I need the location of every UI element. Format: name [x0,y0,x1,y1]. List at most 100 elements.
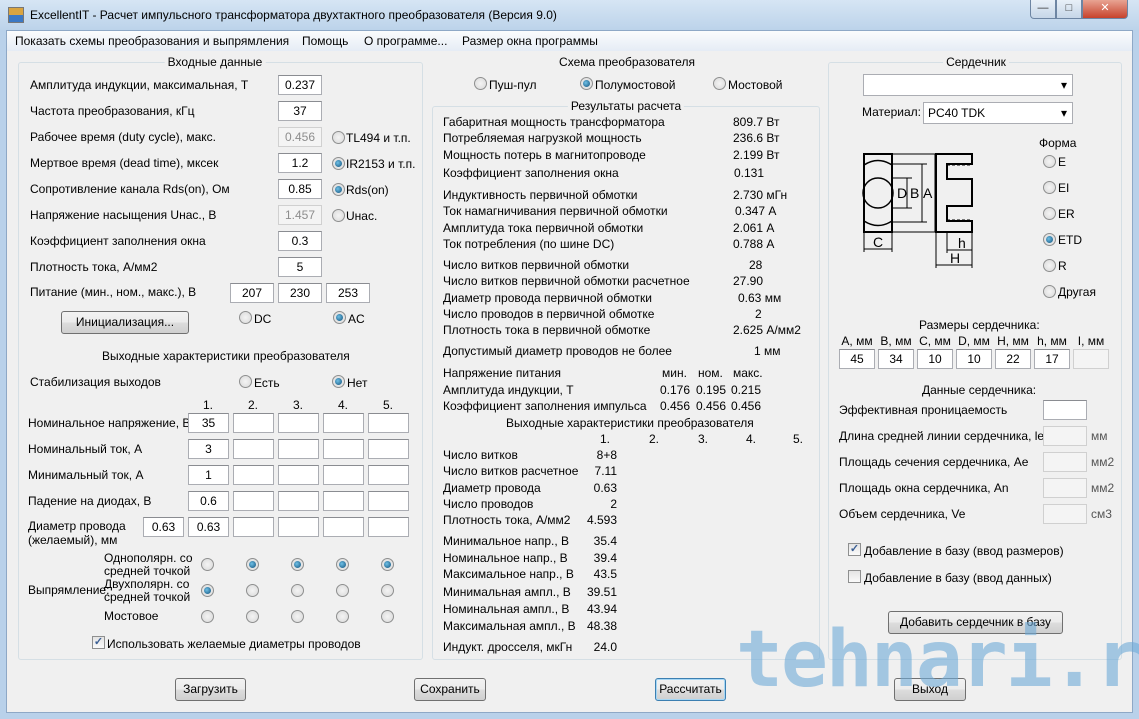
rect-radio[interactable] [336,558,349,571]
output-field[interactable] [233,439,274,459]
output-field[interactable] [278,439,319,459]
ac-label: AC [348,312,365,326]
load-button[interactable]: Загрузить [175,678,246,701]
output-field[interactable] [368,465,409,485]
output-field[interactable] [278,413,319,433]
output-field[interactable] [278,465,319,485]
output-label: Падение на диодах, В [28,494,152,508]
rect-radio[interactable] [201,558,214,571]
result-value: 28 [749,258,763,272]
output-field[interactable] [278,517,319,537]
dc-radio[interactable] [239,311,252,324]
results-column-header: 5. [793,432,804,446]
rect-radio[interactable] [246,584,259,597]
desired-diameter-field[interactable]: 0.63 [143,517,184,537]
rect-radio[interactable] [291,584,304,597]
driver-radio[interactable] [332,131,345,144]
rect-radio[interactable] [291,558,304,571]
output-field[interactable] [233,491,274,511]
exit-button[interactable]: Выход [894,678,966,701]
menu-show-schemes[interactable]: Показать схемы преобразования и выпрямле… [15,34,289,48]
shape-radio[interactable] [1043,155,1056,168]
rect-radio[interactable] [201,584,214,597]
stab-yes-radio[interactable] [239,375,252,388]
core-select[interactable] [863,74,1073,96]
shape-radio[interactable] [1043,285,1056,298]
output-field[interactable] [323,465,364,485]
output-field[interactable]: 3 [188,439,229,459]
driver-radio[interactable] [332,157,345,170]
input-field[interactable]: 0.237 [278,75,322,95]
dim-field[interactable]: 10 [917,349,953,369]
shape-radio[interactable] [1043,233,1056,246]
output-field[interactable] [323,413,364,433]
core-data-field[interactable] [1043,400,1087,420]
input-field[interactable]: 37 [278,101,322,121]
dim-field[interactable]: 34 [878,349,914,369]
result-label: Число проводов в первичной обмотке [443,307,655,321]
menu-help[interactable]: Помощь [302,34,348,48]
dim-field[interactable]: 22 [995,349,1031,369]
menu-about[interactable]: О программе... [364,34,447,48]
output-field[interactable] [368,413,409,433]
rect-radio[interactable] [246,558,259,571]
dim-field[interactable]: 45 [839,349,875,369]
output-field[interactable]: 0.6 [188,491,229,511]
rect-radio[interactable] [201,610,214,623]
supply-field[interactable]: 253 [326,283,370,303]
input-field[interactable]: 0.3 [278,231,322,251]
output-field[interactable] [368,517,409,537]
output-field[interactable] [233,517,274,537]
shape-radio[interactable] [1043,207,1056,220]
maximize-button[interactable]: □ [1056,0,1082,19]
output-field[interactable] [278,491,319,511]
driver-radio[interactable] [332,209,345,222]
output-field[interactable] [368,491,409,511]
rect-radio[interactable] [336,610,349,623]
supply-field[interactable]: 207 [230,283,274,303]
material-select[interactable]: PC40 TDK [923,102,1073,124]
core-data-unit: мм2 [1091,455,1115,469]
stab-no-radio[interactable] [332,375,345,388]
output-field[interactable]: 1 [188,465,229,485]
add-data-checkbox[interactable] [848,570,861,583]
rect-radio[interactable] [381,558,394,571]
rect-radio[interactable] [336,584,349,597]
driver-radio[interactable] [332,183,345,196]
supply-field[interactable]: 230 [278,283,322,303]
rectification-label: Выпрямление: [28,583,110,597]
scheme-radio[interactable] [713,77,726,90]
input-field[interactable]: 5 [278,257,322,277]
add-core-button[interactable]: Добавить сердечник в базу [888,611,1063,634]
output-title: Выходные характеристики преобразователя [102,349,350,363]
rect-radio[interactable] [291,610,304,623]
output-field[interactable]: 35 [188,413,229,433]
add-sizes-checkbox[interactable]: ✓ [848,543,861,556]
output-field[interactable] [368,439,409,459]
close-button[interactable]: ✕ [1082,0,1128,19]
scheme-radio[interactable] [580,77,593,90]
output-field[interactable]: 0.63 [188,517,229,537]
minimize-button[interactable]: — [1030,0,1056,19]
rect-radio[interactable] [381,610,394,623]
dim-field[interactable]: 10 [956,349,992,369]
output-field[interactable] [323,517,364,537]
menu-window-size[interactable]: Размер окна программы [462,34,598,48]
output-field[interactable] [233,465,274,485]
calculate-button[interactable]: Рассчитать [655,678,726,701]
dim-field[interactable]: 17 [1034,349,1070,369]
input-field[interactable]: 0.85 [278,179,322,199]
output-field[interactable] [323,491,364,511]
rect-radio[interactable] [246,610,259,623]
save-button[interactable]: Сохранить [414,678,486,701]
scheme-radio[interactable] [474,77,487,90]
output-field[interactable] [233,413,274,433]
shape-radio[interactable] [1043,259,1056,272]
shape-radio[interactable] [1043,181,1056,194]
input-field[interactable]: 1.2 [278,153,322,173]
rect-radio[interactable] [381,584,394,597]
use-desired-checkbox[interactable]: ✓ [92,636,105,649]
output-field[interactable] [323,439,364,459]
ac-radio[interactable] [333,311,346,324]
init-button[interactable]: Инициализация... [61,311,189,334]
